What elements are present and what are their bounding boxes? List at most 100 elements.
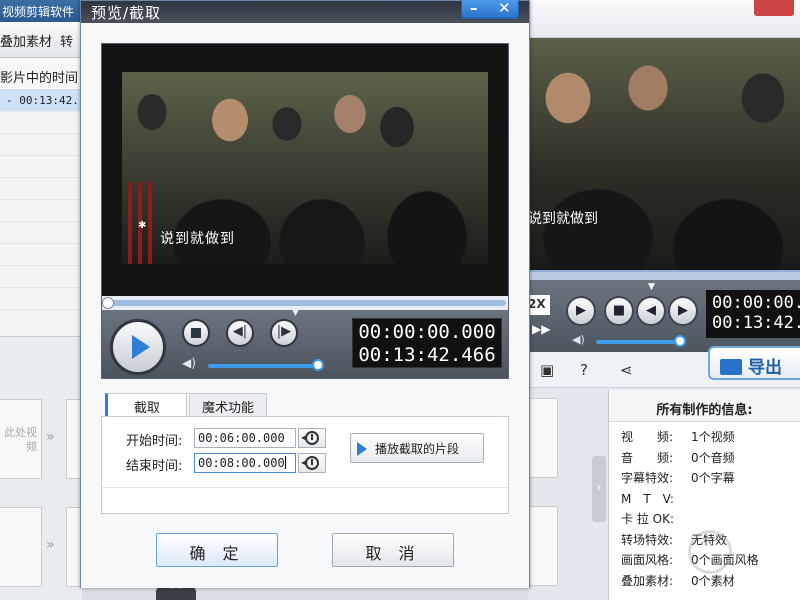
info-key: 音 频: xyxy=(621,450,674,465)
background-app-right: 说到就做到 ▼ 2X ▶▶ ▶ ■ ◀ ▶ 00:00:00. 00:13:42… xyxy=(528,0,800,600)
info-row: 视 频: 1个视频 xyxy=(609,428,800,449)
export-label: 导出 xyxy=(748,358,782,378)
timeline-track[interactable] xyxy=(108,300,506,306)
end-time-input[interactable]: 00:08:00.000 xyxy=(194,453,296,473)
prev-frame-icon: ◀| xyxy=(232,324,248,339)
table-row[interactable] xyxy=(0,178,82,200)
collapse-handle[interactable]: ⌃⌃ xyxy=(156,586,196,600)
close-icon[interactable]: ✕ xyxy=(498,0,511,17)
clip-panel: 开始时间: 00:06:00.000 ◀ 结束时间: 00:08:00.000 … xyxy=(101,416,509,514)
stop-icon xyxy=(191,328,201,338)
storyboard-card[interactable] xyxy=(528,398,558,478)
preview-timeline[interactable] xyxy=(102,296,508,310)
chevron-down-icon[interactable]: ▼ xyxy=(292,308,299,318)
next-frame-button[interactable]: |▶ xyxy=(270,319,298,347)
next-frame-icon: |▶ xyxy=(276,324,292,339)
bottom-strip: ⌃⌃ xyxy=(82,586,528,600)
main-video-preview: 说到就做到 xyxy=(528,38,800,270)
storyboard-card[interactable]: 此处视频 xyxy=(0,399,42,479)
player-controls: ▼ ◀| |▶ ◀) 00:00:00.000 00:13:42.466 xyxy=(102,308,508,378)
volume-icon[interactable]: ◀) xyxy=(572,333,585,346)
share-icon[interactable]: ⋖ xyxy=(620,361,633,379)
table-row[interactable]: - 00:13:42. xyxy=(0,90,82,112)
window-control[interactable] xyxy=(754,0,794,16)
chevron-down-icon[interactable]: ▼ xyxy=(648,282,655,292)
info-row: 音 频: 0个音频 xyxy=(609,449,800,470)
prev-frame-icon[interactable]: ◀ xyxy=(636,296,666,326)
table-row[interactable] xyxy=(0,266,82,288)
start-time-input[interactable]: 00:06:00.000 xyxy=(194,428,296,448)
set-start-time-button[interactable]: ◀ xyxy=(298,428,326,448)
main-total-time: 00:13:42. xyxy=(712,313,800,333)
play-button[interactable] xyxy=(110,319,166,375)
table-row[interactable] xyxy=(0,112,82,134)
stop-icon[interactable]: ■ xyxy=(604,296,634,326)
toolbar-overlay-material[interactable]: 叠加素材 xyxy=(0,35,52,50)
end-time-label: 结束时间: xyxy=(126,459,183,474)
play-clip-label: 播放截取的片段 xyxy=(375,442,460,456)
storyboard-card[interactable] xyxy=(0,507,42,587)
table-row[interactable] xyxy=(0,222,82,244)
video-subtitle: 说到就做到 xyxy=(160,231,235,247)
fast-forward-icon[interactable]: ▶▶ xyxy=(532,322,550,336)
save-icon[interactable]: ▣ xyxy=(540,361,554,379)
tab-magic[interactable]: 魔术功能 xyxy=(189,393,267,417)
info-heading: 所有制作的信息: xyxy=(609,390,800,422)
minimize-icon[interactable]: – xyxy=(470,0,478,17)
chevron-right-icon: » xyxy=(46,429,55,445)
storyboard-card[interactable] xyxy=(528,506,558,586)
app-toolbar: 叠加素材转 xyxy=(0,22,82,58)
main-time-display: 00:00:00. 00:13:42. xyxy=(706,290,800,338)
chevron-right-icon: » xyxy=(46,537,55,553)
volume-slider[interactable] xyxy=(596,340,680,344)
toolbar-convert[interactable]: 转 xyxy=(60,35,73,50)
play-icon[interactable]: ▶ xyxy=(566,296,596,326)
timeline-knob[interactable] xyxy=(102,297,114,309)
sparkle-icon: ✱ xyxy=(138,220,147,231)
video-frame xyxy=(528,38,800,270)
main-timeline[interactable] xyxy=(528,270,800,280)
preview-video: ✱ 说到就做到 xyxy=(102,44,508,296)
next-frame-icon[interactable]: ▶ xyxy=(668,296,698,326)
volume-slider[interactable] xyxy=(208,364,318,368)
current-time: 00:00:00.000 xyxy=(358,321,496,343)
storyboard-card-text: 此处视频 xyxy=(4,426,37,453)
stop-button[interactable] xyxy=(182,319,210,347)
divider xyxy=(102,487,508,488)
table-row[interactable] xyxy=(0,156,82,178)
video-subtitle: 说到就做到 xyxy=(528,211,598,227)
watermark-logo xyxy=(688,530,732,574)
time-display: 00:00:00.000 00:13:42.466 xyxy=(352,318,502,368)
text-caret xyxy=(284,456,286,469)
total-time: 00:13:42.466 xyxy=(358,344,496,366)
table-row[interactable] xyxy=(0,134,82,156)
dialog-body: ✱ 说到就做到 ▼ ◀| |▶ ◀) 00:00:00.000 00:13:42… xyxy=(81,23,529,588)
prev-frame-button[interactable]: ◀| xyxy=(226,319,254,347)
export-button[interactable]: 导出 xyxy=(708,346,800,380)
set-end-time-button[interactable]: ◀ xyxy=(298,453,326,473)
table-row[interactable] xyxy=(0,288,82,310)
ok-button[interactable]: 确 定 xyxy=(156,533,278,567)
preview-clip-dialog: 预览/截取 – ✕ ✱ 说到就做到 ▼ ◀| |▶ ◀) 00:00:00.00… xyxy=(80,0,530,588)
play-icon xyxy=(132,335,150,359)
table-row[interactable] xyxy=(0,244,82,266)
cancel-button[interactable]: 取 消 xyxy=(332,533,454,567)
help-icon[interactable]: ? xyxy=(580,361,588,379)
info-row: 字幕特效: 0个字幕 xyxy=(609,469,800,490)
main-current-time: 00:00:00. xyxy=(712,293,800,313)
play-clip-button[interactable]: 播放截取的片段 xyxy=(350,433,484,463)
info-value: 1个视频 xyxy=(691,430,735,444)
volume-knob[interactable] xyxy=(311,359,324,371)
panel-toggle[interactable]: › xyxy=(592,456,606,522)
preview-player: ✱ 说到就做到 ▼ ◀| |▶ ◀) 00:00:00.000 00:13:42… xyxy=(101,43,509,379)
background-app-left: 视频剪辑软件 叠加素材转 影片中的时间 - 00:13:42. 此处视频 » » xyxy=(0,0,86,600)
info-value: 0个字幕 xyxy=(691,471,735,485)
speed-button[interactable]: 2X xyxy=(528,295,550,315)
end-time-value: 00:08:00.000 xyxy=(198,456,285,470)
storyboard-area: 此处视频 » » xyxy=(0,336,86,600)
volume-icon[interactable]: ◀) xyxy=(182,356,196,370)
start-time-label: 开始时间: xyxy=(126,434,183,449)
tab-clip[interactable]: 截取 xyxy=(105,393,187,417)
table-row[interactable] xyxy=(0,200,82,222)
volume-knob[interactable] xyxy=(674,335,686,347)
